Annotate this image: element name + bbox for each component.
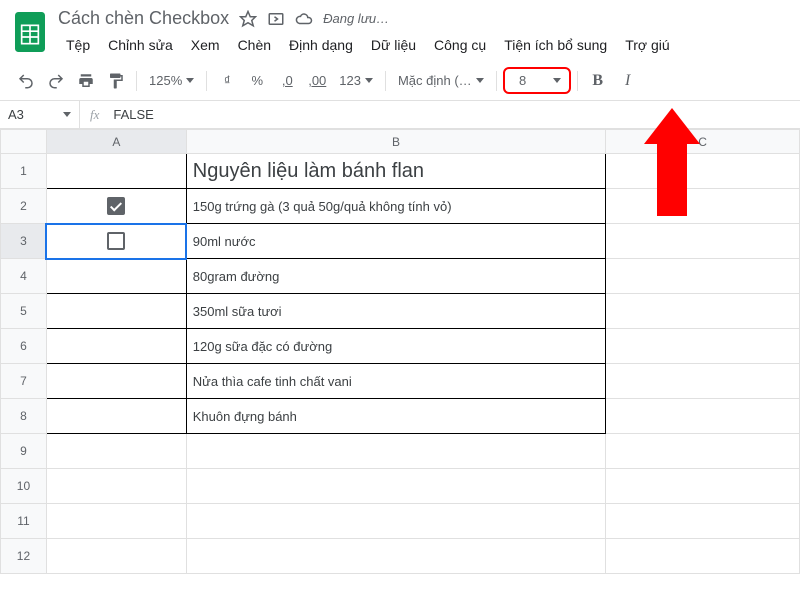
col-header-A[interactable]: A (46, 130, 186, 154)
cell-C5[interactable] (606, 294, 800, 329)
cell-C9[interactable] (606, 434, 800, 469)
zoom-dropdown[interactable]: 125% (143, 69, 200, 92)
menu-addons[interactable]: Tiện ích bổ sung (496, 33, 615, 57)
number-format-dropdown[interactable]: 123 (333, 69, 379, 92)
checkbox-unchecked-icon[interactable] (107, 232, 125, 250)
cell-B3[interactable]: 90ml nước (186, 224, 605, 259)
menu-bar: Tệp Chỉnh sửa Xem Chèn Định dạng Dữ liệu… (58, 29, 788, 61)
formula-input[interactable]: FALSE (109, 107, 157, 122)
cell-A10[interactable] (46, 469, 186, 504)
col-header-C[interactable]: C (606, 130, 800, 154)
move-icon[interactable] (267, 10, 285, 28)
cell-C7[interactable] (606, 364, 800, 399)
row-header-9[interactable]: 9 (1, 434, 47, 469)
row-header-11[interactable]: 11 (1, 504, 47, 539)
cell-B12[interactable] (186, 539, 605, 574)
cell-A11[interactable] (46, 504, 186, 539)
saving-status: Đang lưu… (323, 11, 389, 26)
percent-button[interactable]: % (243, 67, 271, 95)
currency-button[interactable]: ₫ (213, 67, 241, 95)
sheets-logo[interactable] (12, 8, 48, 56)
redo-button[interactable] (42, 67, 70, 95)
cell-C8[interactable] (606, 399, 800, 434)
menu-help[interactable]: Trợ giú (617, 33, 677, 57)
row-header-4[interactable]: 4 (1, 259, 47, 294)
col-header-B[interactable]: B (186, 130, 605, 154)
cell-B5[interactable]: 350ml sữa tươi (186, 294, 605, 329)
cell-B10[interactable] (186, 469, 605, 504)
select-all-corner[interactable] (1, 130, 47, 154)
cell-A5[interactable] (46, 294, 186, 329)
toolbar: 125% ₫ % ,0 ,00 123 Mặc định (… 8 B I (0, 61, 800, 101)
cell-B2[interactable]: 150g trứng gà (3 quả 50g/quả không tính … (186, 189, 605, 224)
cell-A8[interactable] (46, 399, 186, 434)
row-header-3[interactable]: 3 (1, 224, 47, 259)
increase-decimal-button[interactable]: ,00 (303, 67, 331, 95)
row-header-6[interactable]: 6 (1, 329, 47, 364)
fx-label: fx (80, 107, 109, 123)
star-icon[interactable] (239, 10, 257, 28)
cell-C2[interactable] (606, 189, 800, 224)
doc-title[interactable]: Cách chèn Checkbox (58, 8, 229, 29)
cell-A12[interactable] (46, 539, 186, 574)
name-box[interactable]: A3 (0, 101, 80, 128)
paint-format-button[interactable] (102, 67, 130, 95)
cell-C11[interactable] (606, 504, 800, 539)
cell-C10[interactable] (606, 469, 800, 504)
menu-file[interactable]: Tệp (58, 33, 98, 57)
cell-B1[interactable]: Nguyên liệu làm bánh flan (186, 154, 605, 189)
row-header-7[interactable]: 7 (1, 364, 47, 399)
font-dropdown[interactable]: Mặc định (… (392, 69, 490, 92)
menu-format[interactable]: Định dạng (281, 33, 361, 57)
menu-insert[interactable]: Chèn (230, 33, 279, 57)
decrease-decimal-button[interactable]: ,0 (273, 67, 301, 95)
cell-C1[interactable] (606, 154, 800, 189)
cell-C12[interactable] (606, 539, 800, 574)
checkbox-checked-icon[interactable] (107, 197, 125, 215)
chevron-down-icon (63, 112, 71, 117)
cell-C4[interactable] (606, 259, 800, 294)
cell-A3[interactable] (46, 224, 186, 259)
cell-B9[interactable] (186, 434, 605, 469)
cell-B4[interactable]: 80gram đường (186, 259, 605, 294)
font-size-input[interactable]: 8 (503, 67, 571, 94)
row-header-10[interactable]: 10 (1, 469, 47, 504)
cell-C3[interactable] (606, 224, 800, 259)
cell-A2[interactable] (46, 189, 186, 224)
cell-A9[interactable] (46, 434, 186, 469)
cell-B8[interactable]: Khuôn đựng bánh (186, 399, 605, 434)
cell-C6[interactable] (606, 329, 800, 364)
cell-A7[interactable] (46, 364, 186, 399)
row-header-12[interactable]: 12 (1, 539, 47, 574)
row-header-5[interactable]: 5 (1, 294, 47, 329)
print-button[interactable] (72, 67, 100, 95)
cell-B11[interactable] (186, 504, 605, 539)
row-header-2[interactable]: 2 (1, 189, 47, 224)
menu-tools[interactable]: Công cụ (426, 33, 494, 57)
menu-data[interactable]: Dữ liệu (363, 33, 424, 57)
row-header-8[interactable]: 8 (1, 399, 47, 434)
cell-B7[interactable]: Nửa thìa cafe tinh chất vani (186, 364, 605, 399)
cell-A4[interactable] (46, 259, 186, 294)
cell-A6[interactable] (46, 329, 186, 364)
cloud-sync-icon (295, 10, 313, 28)
menu-view[interactable]: Xem (183, 33, 228, 57)
chevron-down-icon (553, 78, 561, 83)
cell-B6[interactable]: 120g sữa đặc có đường (186, 329, 605, 364)
menu-edit[interactable]: Chỉnh sửa (100, 33, 181, 57)
bold-button[interactable]: B (584, 67, 612, 95)
row-header-1[interactable]: 1 (1, 154, 47, 189)
undo-button[interactable] (12, 67, 40, 95)
cell-A1[interactable] (46, 154, 186, 189)
italic-button[interactable]: I (614, 67, 642, 95)
